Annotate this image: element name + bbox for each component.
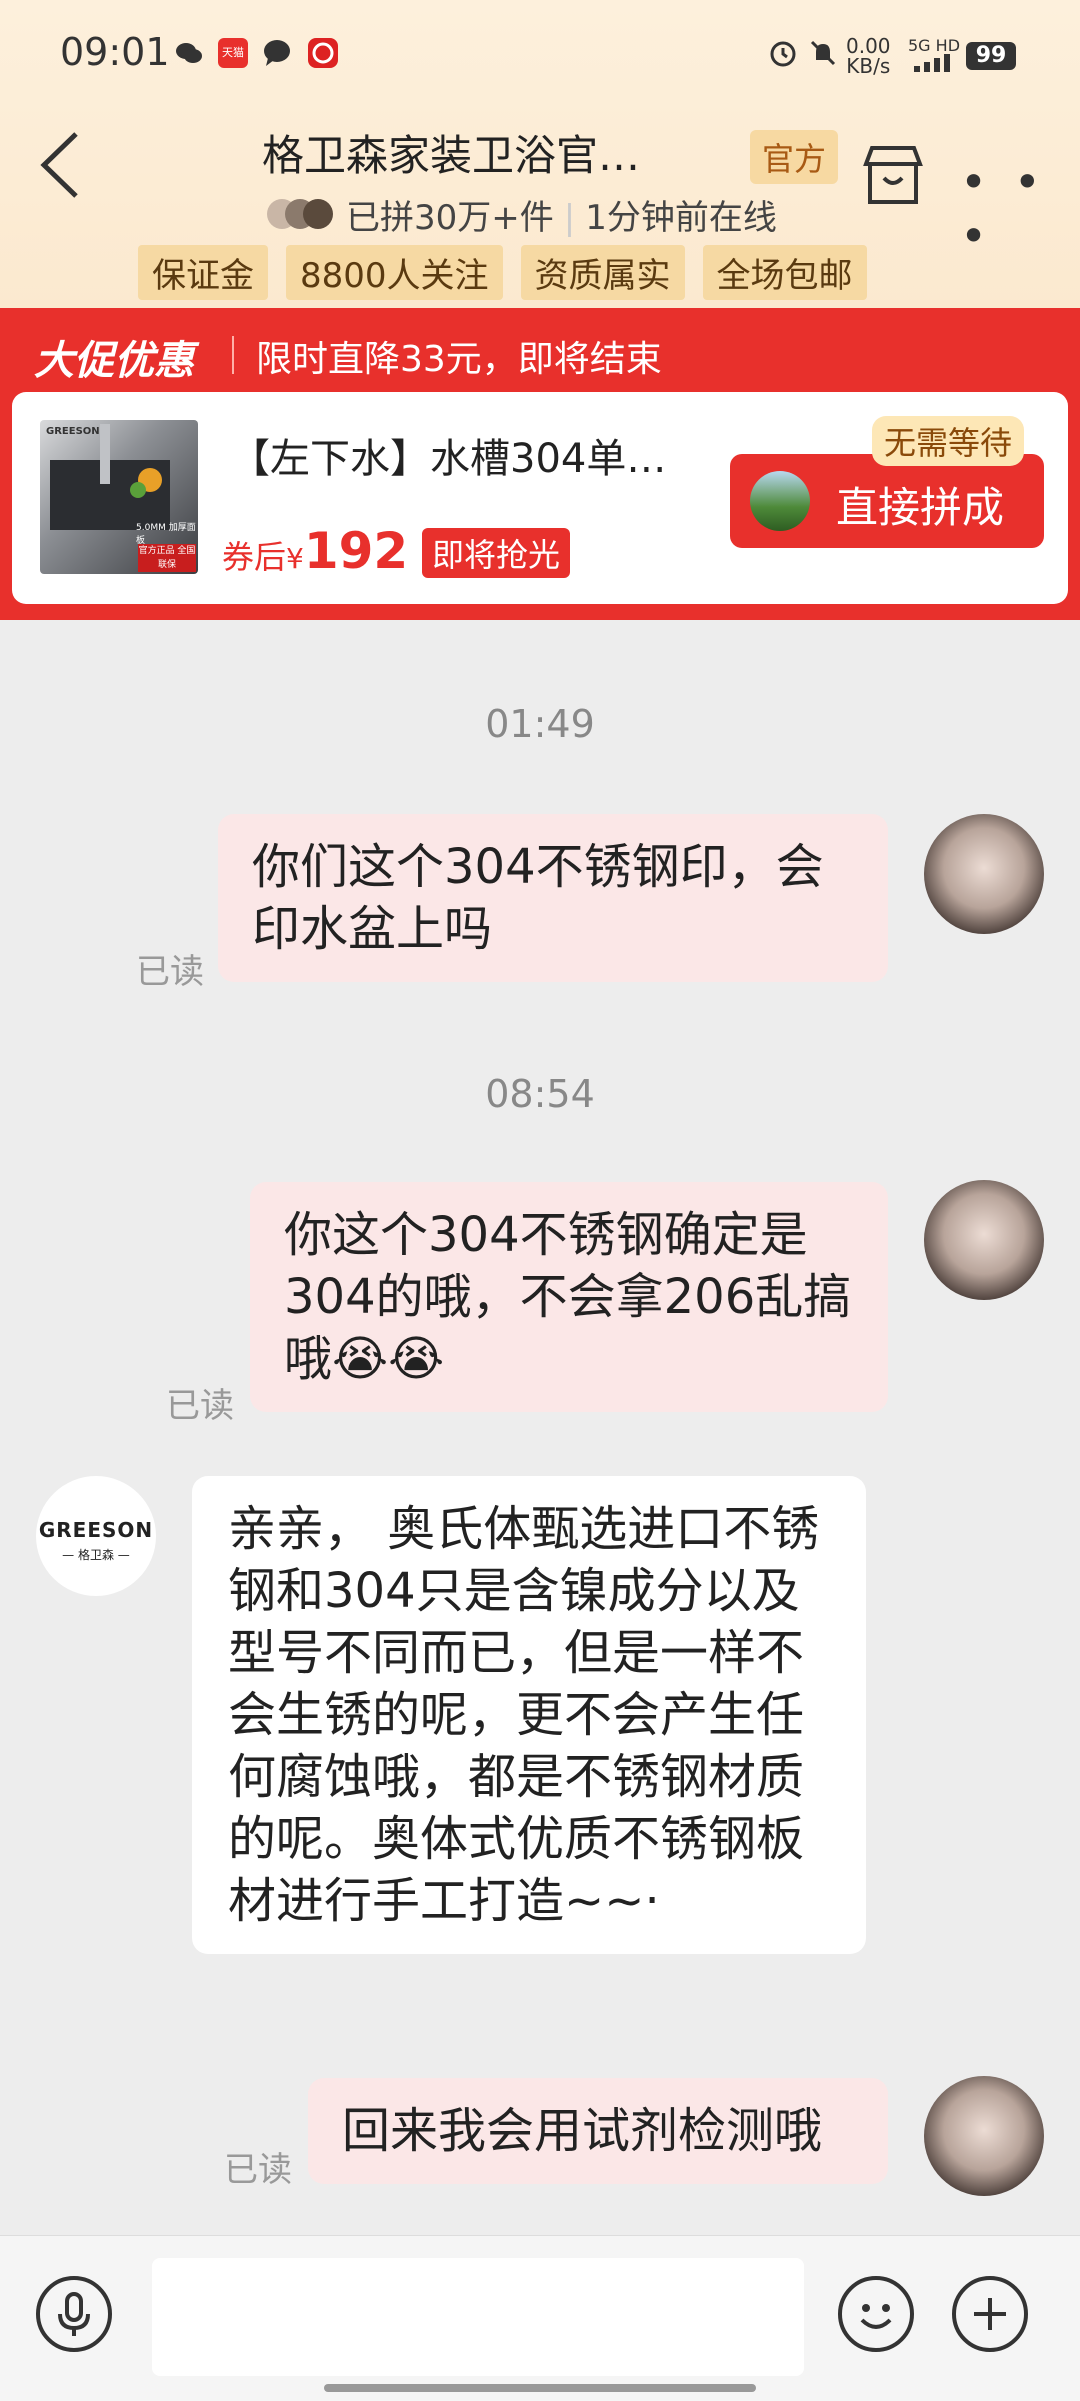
shop-name[interactable]: 格卫森家装卫浴官… — [262, 122, 722, 183]
user-avatar[interactable] — [924, 2076, 1044, 2196]
home-indicator[interactable] — [324, 2384, 756, 2392]
wechat-icon — [174, 38, 204, 68]
net-speed-unit: KB/s — [846, 54, 891, 78]
shop-avatar[interactable]: GREESON — 格卫森 — — [36, 1476, 156, 1596]
sold-count: 已拼30万+件 — [346, 198, 554, 238]
more-dots-icon[interactable]: • • • — [960, 155, 1080, 263]
user-avatar[interactable] — [924, 1180, 1044, 1300]
mute-bell-icon — [808, 38, 838, 68]
read-receipt: 已读 — [166, 1386, 234, 1426]
message-bubble-outgoing[interactable]: 你们这个304不锈钢印，会印水盆上吗 — [218, 814, 888, 982]
timestamp: 01:49 — [485, 702, 595, 746]
promo-title: 大促优惠 — [34, 338, 194, 384]
join-group-button[interactable]: 直接拼成 — [730, 454, 1044, 548]
message-icon — [262, 38, 292, 68]
promo-banner: 大促优惠 限时直降33元，即将结束 GREESON 5.0MM 加厚面板 官方正… — [0, 308, 1080, 620]
message-input[interactable] — [152, 2258, 804, 2376]
back-button[interactable] — [36, 130, 86, 200]
tag-free-shipping[interactable]: 全场包邮 — [702, 245, 867, 300]
shop-avatar-brand: GREESON — [38, 1518, 154, 1542]
timestamp: 08:54 — [485, 1072, 595, 1116]
shop-tags: 保证金 8800人关注 资质属实 全场包邮 — [138, 245, 867, 300]
tag-deposit[interactable]: 保证金 — [138, 245, 268, 300]
signal-bars-icon — [912, 52, 956, 76]
tmall-icon: 天猫 — [218, 38, 248, 68]
voice-button[interactable] — [36, 2276, 112, 2352]
microphone-icon — [58, 2292, 90, 2336]
almost-sold-out-badge: 即将抢光 — [422, 528, 571, 578]
chevron-left-icon — [40, 132, 78, 198]
net-speed: 0.00 KB/s — [846, 36, 891, 76]
chat-header: 09:01 天猫 0.00 KB/s 5G HD 99 格卫森家装卫浴官… 官方 — [0, 0, 1080, 308]
plus-icon — [974, 2298, 1006, 2330]
thumb-text: 5.0MM 加厚面板 — [136, 523, 196, 546]
status-bar: 09:01 天猫 0.00 KB/s 5G HD 99 — [0, 0, 1080, 110]
message-bubble-incoming[interactable]: 亲亲， 奥氏体甄选进口不锈钢和304只是含镍成分以及型号不同而已，但是一样不会生… — [192, 1476, 866, 1954]
promo-description: 限时直降33元，即将结束 — [256, 339, 662, 380]
promo-divider — [232, 336, 234, 374]
store-icon — [863, 146, 923, 204]
status-time: 09:01 — [60, 30, 170, 74]
price-symbol: ¥ — [286, 542, 304, 575]
thumb-badge: 官方正品 全国联保 — [138, 544, 196, 572]
read-receipt: 已读 — [224, 2150, 292, 2190]
tag-verified[interactable]: 资质属实 — [520, 245, 685, 300]
more-actions-button[interactable] — [952, 2276, 1028, 2352]
user-avatar[interactable] — [924, 814, 1044, 934]
store-button[interactable] — [858, 140, 928, 210]
shop-avatar-sub: — 格卫森 — — [62, 1548, 130, 1562]
product-title[interactable]: 【左下水】水槽304单… — [230, 426, 690, 484]
join-avatar — [750, 471, 810, 531]
product-thumbnail[interactable]: GREESON 5.0MM 加厚面板 官方正品 全国联保 — [40, 420, 198, 574]
app-icon — [308, 38, 338, 68]
message-bubble-outgoing[interactable]: 你这个304不锈钢确定是304的哦，不会拿206乱搞哦😭😭 — [250, 1182, 888, 1412]
product-card[interactable]: GREESON 5.0MM 加厚面板 官方正品 全国联保 【左下水】水槽304单… — [12, 392, 1068, 604]
input-bar — [0, 2235, 1080, 2401]
price-block: 券后¥192 — [222, 522, 408, 580]
shop-sub-line: 已拼30万+件 | 1分钟前在线 — [346, 198, 777, 238]
read-receipt: 已读 — [136, 952, 204, 992]
message-bubble-outgoing[interactable]: 回来我会用试剂检测哦 — [308, 2078, 888, 2184]
official-badge: 官方 — [750, 130, 839, 184]
join-button-label: 直接拼成 — [836, 483, 1005, 532]
online-status: 1分钟前在线 — [585, 198, 777, 238]
battery-indicator: 99 — [966, 42, 1016, 70]
alarm-icon — [768, 38, 798, 68]
tag-followers[interactable]: 8800人关注 — [286, 245, 503, 300]
emoji-button[interactable] — [838, 2276, 914, 2352]
chat-area[interactable]: 01:49 已读 你们这个304不锈钢印，会印水盆上吗 08:54 已读 你这个… — [0, 620, 1080, 2235]
smile-icon — [860, 2304, 892, 2329]
price-prefix: 券后 — [222, 538, 287, 576]
price-value: 192 — [303, 522, 409, 580]
no-wait-badge: 无需等待 — [872, 416, 1025, 466]
